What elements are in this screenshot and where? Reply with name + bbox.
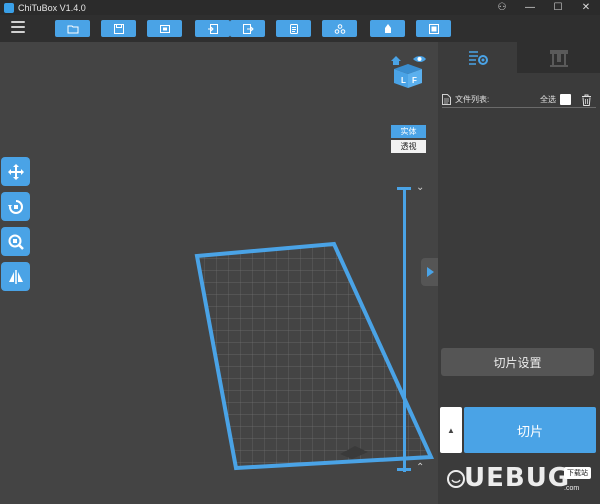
slice-expand-button[interactable]: ▲ xyxy=(440,407,462,453)
layer-slider-bottom-handle[interactable] xyxy=(397,468,411,471)
hollow-button[interactable] xyxy=(370,20,405,37)
select-all-label: 全选 xyxy=(540,95,556,104)
main-toolbar xyxy=(0,15,600,42)
scale-tool-button[interactable] xyxy=(1,227,30,256)
export-icon xyxy=(242,23,254,34)
import-icon xyxy=(207,23,218,34)
layer-up-arrow-icon[interactable]: ⌃ xyxy=(416,462,424,473)
frame-icon xyxy=(428,23,439,34)
move-icon xyxy=(7,163,24,180)
save-icon xyxy=(113,23,124,34)
save-button[interactable] xyxy=(101,20,136,37)
account-button[interactable]: ⚇ xyxy=(488,0,516,15)
chevron-right-icon xyxy=(426,267,434,277)
import-button[interactable] xyxy=(195,20,230,37)
watermark-logo: UEBUG 下载站 .com xyxy=(446,461,596,499)
slice-settings-button[interactable]: 切片设置 xyxy=(441,348,594,376)
solid-mode-button[interactable]: 实体 xyxy=(391,125,426,138)
folder-icon xyxy=(67,25,78,33)
slice-button[interactable]: 切片 xyxy=(464,407,596,453)
rotate-icon xyxy=(7,199,23,214)
support-button[interactable] xyxy=(322,20,357,37)
view-cube-icon[interactable]: L F xyxy=(389,52,427,90)
watermark-smile-icon xyxy=(447,470,465,488)
menu-icon[interactable] xyxy=(11,21,25,35)
file-settings-icon xyxy=(468,50,488,65)
cube-left-label: L xyxy=(401,76,406,85)
scale-icon xyxy=(8,234,24,250)
tab-files[interactable] xyxy=(438,42,517,73)
watermark-domain: .com xyxy=(564,485,580,492)
file-list-icon xyxy=(442,94,451,105)
slice-controls: ▲ 切片 xyxy=(440,407,596,453)
file-list-label: 文件列表: xyxy=(455,95,490,104)
mirror-icon xyxy=(8,269,23,284)
watermark-badge: 下载站 xyxy=(564,467,591,479)
close-button[interactable]: ✕ xyxy=(572,0,600,15)
notes-button[interactable] xyxy=(276,20,311,37)
layer-down-arrow-icon[interactable]: ⌄ xyxy=(416,182,424,193)
screenshot-button[interactable] xyxy=(147,20,182,37)
tab-printer[interactable] xyxy=(517,42,600,73)
window-title: ChiTuBox V1.4.0 xyxy=(18,2,86,13)
maximize-button[interactable]: ☐ xyxy=(544,0,572,15)
minimize-button[interactable]: — xyxy=(516,0,544,15)
panel-collapse-button[interactable] xyxy=(421,258,438,286)
right-panel: 文件列表: 全选 切片设置 ▲ 切片 UEBUG 下载站 .com xyxy=(438,42,600,504)
screenshot-icon xyxy=(159,24,170,33)
export-button[interactable] xyxy=(230,20,265,37)
support-icon xyxy=(334,23,345,34)
3d-viewport[interactable]: L F 实体 透视 ⌄ ⌃ xyxy=(0,42,438,504)
window-controls: ⚇ — ☐ ✕ xyxy=(488,0,600,15)
move-tool-button[interactable] xyxy=(1,157,30,186)
open-file-button[interactable] xyxy=(55,20,90,37)
layer-slider-track[interactable] xyxy=(403,188,406,472)
mirror-tool-button[interactable] xyxy=(1,262,30,291)
xray-mode-button[interactable]: 透视 xyxy=(391,140,426,153)
watermark-brand: UEBUG xyxy=(464,463,571,493)
notes-icon xyxy=(289,23,298,34)
panel-tabs xyxy=(438,42,600,73)
rotate-tool-button[interactable] xyxy=(1,192,30,221)
build-plate xyxy=(194,241,435,471)
title-bar: ChiTuBox V1.4.0 ⚇ — ☐ ✕ xyxy=(0,0,600,15)
cube-front-label: F xyxy=(412,76,417,85)
frame-button[interactable] xyxy=(416,20,451,37)
file-list-header: 文件列表: 全选 xyxy=(442,92,596,108)
printer-icon xyxy=(549,49,568,67)
app-logo-icon xyxy=(4,2,14,13)
trash-icon[interactable] xyxy=(581,94,592,106)
hollow-icon xyxy=(384,23,391,33)
select-all-checkbox[interactable] xyxy=(560,94,571,105)
